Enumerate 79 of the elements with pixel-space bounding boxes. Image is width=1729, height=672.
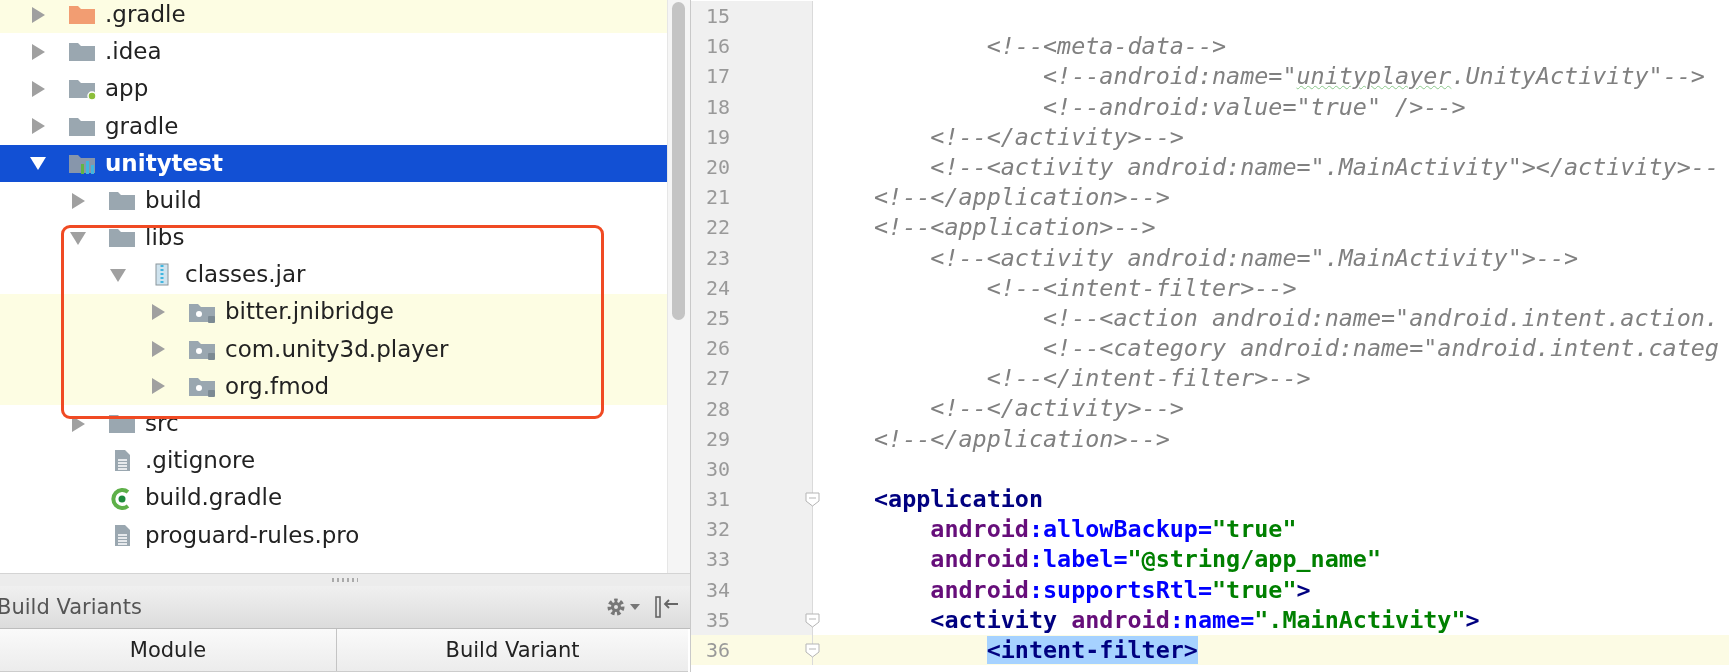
line-number: 19 — [706, 124, 731, 149]
code-line: <!--android:name="unityplayer.UnityActivity"--> — [1042, 61, 1705, 92]
tree-item[interactable]: proguard-rules.pro — [0, 516, 667, 554]
fold-marker-icon[interactable] — [805, 492, 820, 507]
collapsed-arrow-icon[interactable] — [70, 192, 86, 209]
tree-item[interactable]: app — [0, 70, 667, 108]
fold-marker-icon[interactable] — [805, 612, 820, 628]
code-line: android:label="@string/app_name" — [929, 544, 1381, 575]
tree-item[interactable]: build.gradle — [0, 479, 667, 517]
tree-item[interactable]: com.unity3d.player — [0, 330, 667, 368]
collapsed-arrow-icon[interactable] — [150, 341, 166, 358]
tree-item[interactable]: classes.jar — [0, 256, 667, 294]
code-line: <!--<intent-filter>--> — [985, 272, 1297, 303]
collapsed-arrow-icon[interactable] — [150, 378, 166, 395]
code-line: <!--<category android:name="android.intent.categ — [1042, 333, 1719, 364]
line-number: 15 — [706, 4, 731, 29]
tree-item[interactable]: .idea — [0, 33, 667, 71]
code-line: android:allowBackup="true" — [929, 514, 1297, 545]
code-line: <!--</application>--> — [873, 423, 1170, 454]
line-number: 23 — [706, 245, 731, 270]
line-number: 31 — [706, 487, 731, 512]
line-number: 21 — [706, 185, 731, 210]
column-header[interactable]: Build Variant — [337, 629, 688, 671]
tree-item[interactable]: org.fmod — [0, 367, 667, 406]
folder-icon — [68, 40, 96, 64]
tree-item[interactable]: build — [0, 181, 667, 220]
code-line: <!--</intent-filter>--> — [985, 363, 1311, 394]
folder-icon — [108, 189, 136, 213]
tree-item[interactable]: .gradle — [0, 0, 667, 34]
line-number: 29 — [706, 426, 731, 451]
line-number: 35 — [706, 607, 731, 632]
code-line: <application — [873, 484, 1043, 515]
collapsed-arrow-icon[interactable] — [150, 304, 166, 321]
fold-marker-icon[interactable] — [805, 642, 820, 658]
bar-left-arrow-icon[interactable] — [654, 595, 680, 619]
line-number: 32 — [706, 517, 731, 542]
tree-item[interactable]: .gitignore — [0, 442, 667, 480]
line-number: 16 — [706, 34, 731, 59]
collapsed-arrow-icon[interactable] — [30, 43, 46, 60]
module-folder-icon — [68, 77, 96, 101]
grip-icon — [332, 578, 358, 582]
folder-icon — [108, 226, 136, 250]
line-number: 22 — [706, 215, 731, 240]
line-number: 17 — [706, 64, 731, 89]
collapsed-arrow-icon[interactable] — [30, 118, 46, 135]
tree-item[interactable]: gradle — [0, 107, 667, 145]
line-number: 18 — [706, 94, 731, 119]
code-line: <!--android:value="true" />--> — [1042, 91, 1466, 122]
line-number: 26 — [706, 336, 731, 361]
line-number: 25 — [706, 305, 731, 330]
tree-item[interactable]: libs — [0, 219, 667, 257]
code-line: <!--<activity android:name=".MainActivity"></activity>-- — [929, 151, 1719, 183]
line-number: 36 — [706, 638, 731, 663]
line-number: 24 — [706, 275, 731, 300]
line-number: 30 — [706, 456, 731, 481]
code-line: <!--</application>--> — [873, 182, 1170, 213]
line-number: 27 — [706, 366, 731, 391]
line-number: 28 — [706, 396, 731, 421]
code-line: <!--</activity>--> — [929, 121, 1184, 152]
line-number: 20 — [706, 155, 731, 180]
code-line: <!--<meta-data--> — [985, 31, 1227, 62]
code-line: <!--<action android:name="android.intent.action. — [1042, 302, 1719, 334]
caret-icon[interactable] — [630, 604, 640, 610]
code-line: <!--<application>--> — [873, 212, 1156, 243]
scrollbar[interactable] — [667, 0, 690, 573]
collapsed-arrow-icon[interactable] — [30, 6, 46, 23]
folder-icon — [68, 3, 96, 27]
column-header[interactable]: Module — [0, 629, 337, 671]
tree-item[interactable]: unitytest — [0, 144, 667, 182]
code-line: <!--<activity android:name=".MainActivity">--> — [929, 242, 1579, 273]
code-line: <!--</activity>--> — [929, 393, 1184, 424]
code-line: android:supportsRtl="true"> — [929, 574, 1311, 605]
tree-item[interactable]: bitter.jnibridge — [0, 293, 667, 331]
expanded-arrow-icon[interactable] — [30, 155, 46, 172]
line-number: 33 — [706, 547, 731, 572]
scrollbar-thumb[interactable] — [672, 2, 685, 320]
collapsed-arrow-icon[interactable] — [30, 80, 46, 97]
line-number: 34 — [706, 577, 731, 602]
code-line: <activity android:name=".MainActivity"> — [929, 604, 1480, 635]
